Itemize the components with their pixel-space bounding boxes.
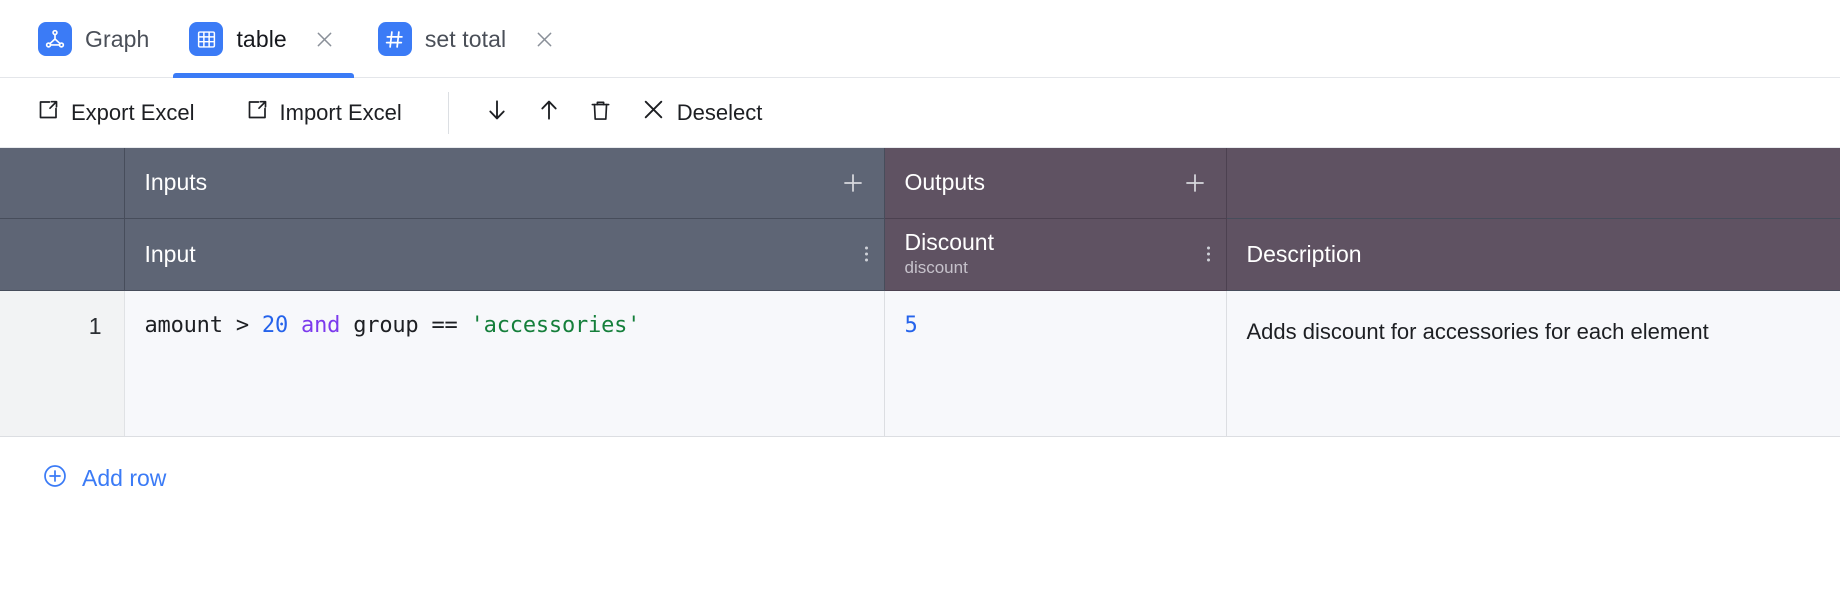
tab-set-total-label: set total: [424, 25, 507, 52]
deselect-button[interactable]: Deselect: [627, 90, 777, 136]
column-header-description: Description: [1226, 218, 1840, 291]
trash-icon: [588, 98, 613, 128]
column-header-input[interactable]: Input: [124, 218, 885, 291]
import-excel-label: Import Excel: [279, 99, 402, 125]
group-header-outputs: Outputs: [884, 148, 1227, 219]
group-header-corner: [0, 148, 125, 219]
tab-graph-label: Graph: [85, 25, 150, 52]
x-icon: [641, 97, 666, 128]
tab-set-total[interactable]: set total: [358, 0, 577, 78]
export-excel-button[interactable]: Export Excel: [22, 90, 209, 136]
move-row-down-button[interactable]: [471, 90, 523, 136]
row-number: 1: [0, 290, 125, 437]
tab-graph[interactable]: Graph: [18, 0, 169, 78]
export-excel-label: Export Excel: [71, 99, 195, 125]
add-input-column-button[interactable]: [840, 170, 866, 196]
table-toolbar: Export Excel Import Excel Deselect: [0, 78, 1840, 148]
tab-table-label: table: [236, 25, 287, 52]
input-expression-tokens: amount > 20 and group == 'accessories': [144, 312, 641, 338]
plus-circle-icon: [42, 463, 68, 495]
import-icon: [245, 98, 269, 128]
arrow-up-icon: [536, 97, 562, 128]
cell-description[interactable]: Adds discount for accessories for each e…: [1226, 290, 1840, 437]
add-row-label: Add row: [82, 465, 167, 491]
column-header-input-label: Input: [144, 240, 196, 267]
column-input-menu-icon[interactable]: [864, 246, 868, 262]
arrow-down-icon: [484, 97, 510, 128]
decision-table: Inputs Outputs Input Discount discount D…: [0, 148, 1840, 495]
move-row-up-button[interactable]: [523, 90, 575, 136]
add-output-column-button[interactable]: [1182, 170, 1208, 196]
cell-discount-value[interactable]: 5: [884, 290, 1227, 437]
column-header-description-label: Description: [1246, 240, 1362, 267]
graph-node-icon: [38, 22, 72, 56]
group-header-meta: [1226, 148, 1840, 219]
hash-icon: [377, 22, 412, 56]
tab-bar: Graph table set total: [0, 0, 1840, 78]
column-discount-menu-icon[interactable]: [1206, 246, 1210, 262]
cell-input-expression[interactable]: amount > 20 and group == 'accessories': [124, 290, 885, 437]
group-header-inputs: Inputs: [124, 148, 885, 219]
group-header-row: Inputs Outputs: [0, 148, 1840, 219]
toolbar-divider: [447, 91, 449, 134]
column-header-discount[interactable]: Discount discount: [884, 218, 1227, 291]
tab-set-total-close-icon[interactable]: [531, 26, 557, 52]
deselect-label: Deselect: [676, 99, 763, 125]
tab-table[interactable]: table: [169, 0, 357, 78]
column-header-row: Input Discount discount Description: [0, 218, 1840, 291]
decision-table-grid: Inputs Outputs Input Discount discount D…: [0, 148, 1840, 437]
export-icon: [36, 98, 60, 128]
table-row: 1 amount > 20 and group == 'accessories'…: [0, 290, 1840, 437]
column-header-discount-sublabel: discount: [904, 258, 968, 278]
add-row-button[interactable]: Add row: [0, 437, 166, 495]
import-excel-button[interactable]: Import Excel: [231, 90, 416, 136]
table-grid-icon: [189, 22, 224, 56]
delete-row-button[interactable]: [575, 90, 627, 136]
tab-table-close-icon[interactable]: [312, 26, 338, 52]
group-header-inputs-label: Inputs: [144, 169, 208, 196]
group-header-outputs-label: Outputs: [904, 169, 986, 196]
column-header-discount-label: Discount: [904, 228, 994, 255]
column-header-rownum: [0, 218, 125, 291]
